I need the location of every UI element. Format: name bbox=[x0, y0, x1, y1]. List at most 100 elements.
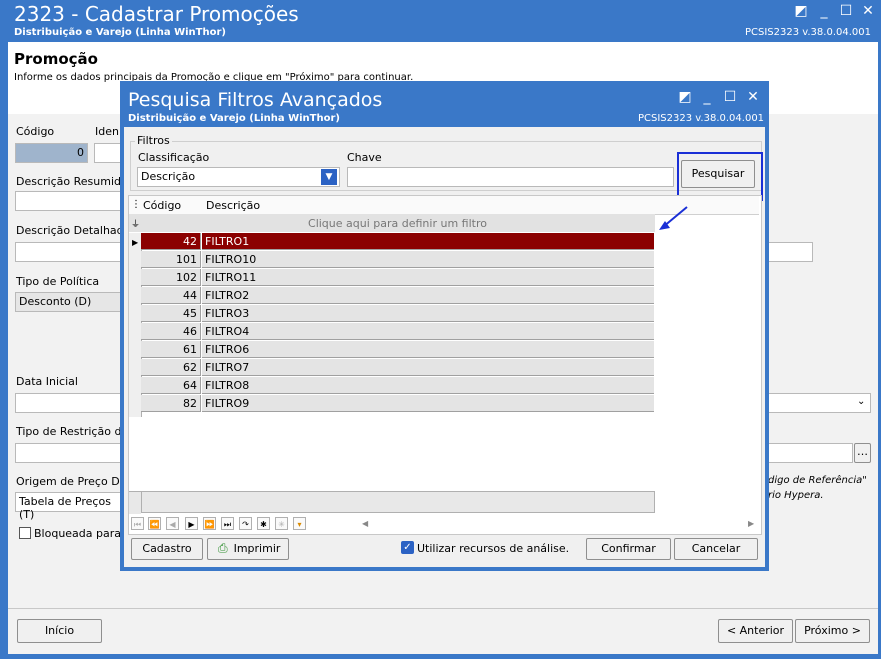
clear-icon[interactable]: ✳ bbox=[275, 517, 288, 530]
dialog-close-icon[interactable]: ✕ bbox=[744, 88, 762, 106]
dialog-subtitle: Distribuição e Varejo (Linha WinThor) bbox=[128, 113, 340, 124]
table-row[interactable]: 42 FILTRO1 bbox=[141, 233, 654, 251]
cell-descricao[interactable]: FILTRO7 bbox=[202, 359, 654, 376]
cell-codigo[interactable]: 61 bbox=[141, 341, 201, 358]
codigo-label: Código bbox=[16, 125, 55, 138]
desc-resumida-label: Descrição Resumida bbox=[16, 175, 128, 188]
current-row-icon: ▶ bbox=[132, 238, 139, 247]
chave-input[interactable] bbox=[347, 167, 674, 187]
filter-hint[interactable]: Clique aqui para definir um filtro bbox=[141, 217, 654, 230]
col-header-codigo[interactable]: Código bbox=[143, 199, 181, 212]
table-row[interactable]: 46 FILTRO4 bbox=[141, 323, 654, 341]
anterior-button[interactable]: < Anterior bbox=[718, 619, 793, 643]
classificacao-label: Classificação bbox=[138, 151, 210, 164]
right-select[interactable] bbox=[765, 393, 871, 413]
col-header-descricao[interactable]: Descrição bbox=[206, 199, 260, 212]
cell-descricao[interactable]: FILTRO11 bbox=[202, 269, 654, 286]
highlight-box bbox=[677, 152, 763, 201]
cell-descricao[interactable]: FILTRO10 bbox=[202, 251, 654, 268]
chave-label: Chave bbox=[347, 151, 382, 164]
filter-icon[interactable]: ⏚ bbox=[131, 217, 140, 230]
identificador-label: Iden bbox=[95, 125, 119, 138]
chevron-down-icon[interactable]: ⌄ bbox=[857, 396, 865, 407]
ellipsis-button[interactable]: … bbox=[854, 443, 871, 463]
next-record-icon[interactable]: ▶ bbox=[185, 517, 198, 530]
first-record-icon[interactable]: ⏮ bbox=[131, 517, 144, 530]
tipo-politica-select[interactable]: Desconto (D) bbox=[15, 292, 125, 312]
scroll-right-icon[interactable]: ▶ bbox=[748, 519, 754, 528]
dialog-maximize-icon[interactable]: ☐ bbox=[721, 88, 739, 106]
table-row[interactable]: 61 FILTRO6 bbox=[141, 341, 654, 359]
version-label: PCSIS2323 v.38.0.04.001 bbox=[744, 27, 871, 38]
confirmar-button[interactable]: Confirmar bbox=[586, 538, 671, 560]
bloqueada-checkbox[interactable] bbox=[19, 527, 31, 539]
minimize-icon[interactable]: _ bbox=[815, 2, 833, 20]
data-inicial-field[interactable] bbox=[15, 393, 125, 413]
cell-descricao[interactable]: FILTRO3 bbox=[202, 305, 654, 322]
cancelar-button[interactable]: Cancelar bbox=[674, 538, 758, 560]
last-record-icon[interactable]: ⏭ bbox=[221, 517, 234, 530]
column-chooser-icon[interactable]: ⋮ bbox=[131, 199, 141, 210]
right-lookup-field[interactable] bbox=[765, 443, 853, 463]
scroll-left-icon[interactable]: ◀ bbox=[362, 519, 368, 528]
classificacao-select[interactable]: Descrição bbox=[137, 167, 340, 187]
desc-resumida-field[interactable] bbox=[15, 191, 125, 211]
table-row[interactable]: 44 FILTRO2 bbox=[141, 287, 654, 305]
bloqueada-label: Bloqueada para V bbox=[34, 527, 133, 540]
table-row[interactable]: 101 FILTRO10 bbox=[141, 251, 654, 269]
dialog-minimize-icon[interactable]: _ bbox=[698, 88, 716, 106]
printer-icon: ⎙ bbox=[218, 541, 228, 555]
cell-descricao[interactable]: FILTRO1 bbox=[202, 233, 654, 250]
tipo-politica-label: Tipo de Política bbox=[16, 275, 100, 288]
table-row[interactable]: 64 FILTRO8 bbox=[141, 377, 654, 395]
insert-icon[interactable]: ✱ bbox=[257, 517, 270, 530]
cell-codigo[interactable]: 64 bbox=[141, 377, 201, 394]
proximo-button[interactable]: Próximo > bbox=[795, 619, 870, 643]
prev-page-icon[interactable]: ⏪ bbox=[148, 517, 161, 530]
analise-label: Utilizar recursos de análise. bbox=[417, 542, 570, 555]
cell-codigo[interactable]: 46 bbox=[141, 323, 201, 340]
dialog-restore-icon[interactable]: ◩ bbox=[676, 88, 694, 106]
arrow-annotation bbox=[659, 206, 688, 230]
close-icon[interactable]: ✕ bbox=[859, 2, 877, 20]
maximize-icon[interactable]: ☐ bbox=[837, 2, 855, 20]
next-page-icon[interactable]: ⏩ bbox=[203, 517, 216, 530]
cell-codigo[interactable]: 102 bbox=[141, 269, 201, 286]
desc-detalhada-field-right[interactable] bbox=[765, 242, 813, 262]
prev-record-icon[interactable]: ◀ bbox=[166, 517, 179, 530]
dialog-title: Pesquisa Filtros Avançados bbox=[128, 89, 383, 111]
table-row[interactable]: 82 FILTRO9 bbox=[141, 395, 654, 413]
cell-descricao[interactable]: FILTRO2 bbox=[202, 287, 654, 304]
table-row[interactable]: 62 FILTRO7 bbox=[141, 359, 654, 377]
filter-toggle-icon[interactable]: ▾ bbox=[293, 517, 306, 530]
refresh-icon[interactable]: ↷ bbox=[239, 517, 252, 530]
chevron-down-icon[interactable]: ▼ bbox=[321, 169, 337, 185]
cadastro-button[interactable]: Cadastro bbox=[131, 538, 203, 560]
tipo-restricao-field[interactable] bbox=[15, 443, 125, 463]
cell-codigo[interactable]: 44 bbox=[141, 287, 201, 304]
window-subtitle: Distribuição e Varejo (Linha WinThor) bbox=[14, 27, 226, 38]
grid-footer bbox=[141, 491, 655, 513]
cell-descricao[interactable]: FILTRO8 bbox=[202, 377, 654, 394]
cell-descricao[interactable]: FILTRO6 bbox=[202, 341, 654, 358]
cell-descricao[interactable]: FILTRO9 bbox=[202, 395, 654, 412]
cell-codigo[interactable]: 45 bbox=[141, 305, 201, 322]
filtros-group-label: Filtros bbox=[135, 134, 172, 147]
table-row[interactable]: 102 FILTRO11 bbox=[141, 269, 654, 287]
origem-preco-select[interactable]: Tabela de Preços (T) bbox=[15, 492, 125, 521]
cell-codigo[interactable]: 42 bbox=[141, 233, 201, 250]
restore-icon[interactable]: ◩ bbox=[792, 2, 810, 20]
desc-detalhada-field[interactable] bbox=[15, 242, 125, 262]
analise-checkbox[interactable]: ✓ bbox=[401, 541, 414, 554]
cell-codigo[interactable]: 62 bbox=[141, 359, 201, 376]
window-title: 2323 - Cadastrar Promoções bbox=[14, 2, 299, 26]
cell-codigo[interactable]: 82 bbox=[141, 395, 201, 412]
table-row[interactable]: 45 FILTRO3 bbox=[141, 305, 654, 323]
inicio-button[interactable]: Início bbox=[17, 619, 102, 643]
desc-detalhada-label: Descrição Detalhada bbox=[16, 224, 131, 237]
grid-footer-indicator bbox=[129, 491, 141, 514]
data-inicial-label: Data Inicial bbox=[16, 375, 78, 388]
cell-descricao[interactable]: FILTRO4 bbox=[202, 323, 654, 340]
page-title: Promoção bbox=[14, 50, 98, 68]
cell-codigo[interactable]: 101 bbox=[141, 251, 201, 268]
